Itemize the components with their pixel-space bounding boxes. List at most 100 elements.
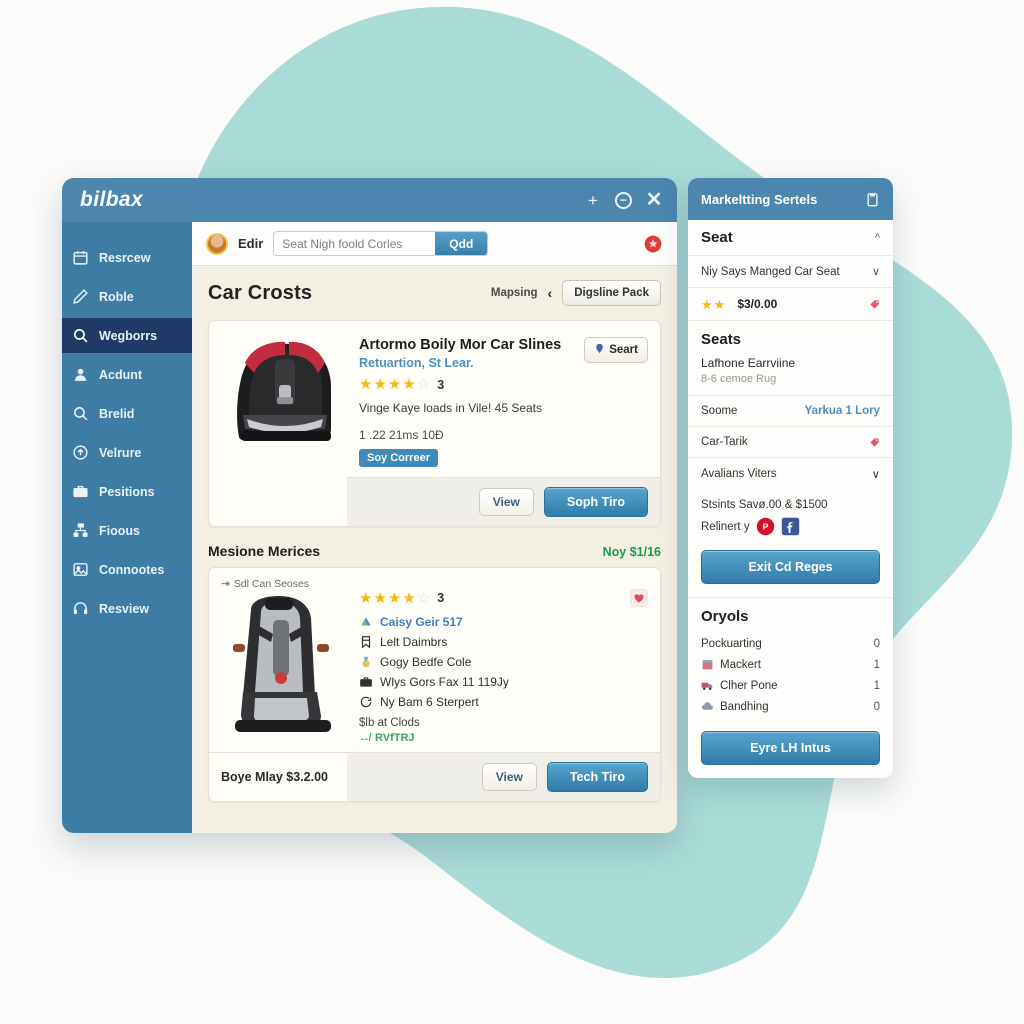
chevron-down-icon: ∨: [871, 469, 880, 481]
view-button[interactable]: View: [478, 488, 534, 517]
feature-item[interactable]: Caisy Geir 517: [359, 615, 648, 629]
stats-section: Oryols Pockuarting 0 Mackert 1 Clher Pon…: [688, 598, 893, 727]
product-card-secondary-main: ⇥ Sdl Can Seoses ★ ★ ★ ★ ☆ 3 Caisy Geir …: [209, 568, 660, 744]
tag-icon: [869, 437, 880, 448]
star-filled-icon: ★: [359, 589, 373, 607]
svg-text:P: P: [762, 522, 768, 532]
rating-stars-panel: ★ ★: [701, 298, 725, 311]
seat-section-title: Seat: [701, 229, 733, 246]
search-input[interactable]: [274, 232, 436, 255]
sidebar-item-connootes[interactable]: Connootes: [62, 552, 192, 587]
stat-row: Mackert 1: [701, 654, 880, 675]
star-filled-icon: ★: [387, 376, 402, 394]
chevron-left-icon[interactable]: ‹: [548, 285, 553, 301]
facebook-icon[interactable]: [781, 517, 800, 536]
section-header-two: Mesione Merices Noy $1/16: [208, 543, 661, 559]
content-topbar: Edir Qdd: [192, 222, 677, 266]
feature-item: Gogy Bedfe Cole: [359, 655, 648, 669]
arrow-icon: ⇥: [221, 578, 230, 591]
tag-icon: [869, 299, 880, 310]
user-icon: [72, 366, 89, 383]
window-controls: + − ✕: [584, 190, 663, 210]
product-image-secondary[interactable]: ⇥ Sdl Can Seoses: [221, 578, 349, 744]
rating-stars-secondary: ★ ★ ★ ★ ☆ 3: [359, 589, 648, 608]
star-filled-icon: ★: [387, 589, 402, 607]
search-icon: [72, 405, 89, 422]
search-submit-button[interactable]: Qdd: [435, 232, 488, 255]
product-price-secondary: Boye Mlay $3.2.00: [221, 770, 329, 785]
star-empty-icon: ☆: [416, 589, 431, 607]
content-scroll-area[interactable]: Car Crosts Mapsing ‹ Digsline Pack Artor…: [192, 266, 677, 833]
panel-kv-row-soome[interactable]: Soome Yarkua 1 Lory: [688, 395, 893, 426]
upload-icon: [72, 444, 89, 461]
product-image-primary[interactable]: [221, 333, 349, 467]
stat-label: Clher Pone: [720, 679, 778, 692]
seat-dropdown-row[interactable]: Niy Says Manged Car Seat ∨: [688, 256, 893, 288]
sidebar-navigation: Resrcew Roble Wegborrs Acdunt Brelid Vel…: [62, 222, 192, 833]
add-icon[interactable]: +: [584, 191, 602, 209]
sidebar-item-velrure[interactable]: Velrure: [62, 435, 192, 470]
sidebar-item-label: Wegborrs: [99, 328, 158, 343]
sidebar-item-wegborrs[interactable]: Wegborrs: [62, 318, 192, 353]
feature-label: Lelt Daimbrs: [380, 635, 448, 650]
sidebar-item-label: Resrcew: [99, 250, 151, 265]
star-filled-icon: ★: [402, 376, 416, 394]
product-meta: 1 .22 21ms 10Ð: [359, 428, 444, 443]
sidebar-item-resview[interactable]: Resview: [62, 591, 192, 626]
pinterest-icon[interactable]: P: [756, 517, 775, 536]
avatar[interactable]: [206, 232, 228, 255]
stat-value: 0: [873, 638, 880, 650]
content-column: Edir Qdd Car Crosts Mapsing ‹ Digsline: [192, 222, 677, 833]
section-price: Noy $1/16: [602, 545, 661, 560]
wishlist-icon[interactable]: [630, 589, 648, 608]
product-subtitle[interactable]: Retuartion, St Lear.: [359, 356, 561, 370]
main-application-window: bilbax + − ✕ Resrcew Roble Wegborrs Acdu…: [62, 178, 677, 833]
sidebar-item-label: Resview: [99, 601, 150, 616]
alert-badge-icon[interactable]: [643, 234, 663, 254]
app-brand-logo: bilbax: [80, 188, 144, 211]
sidebar-item-resrcew[interactable]: Resrcew: [62, 240, 192, 275]
digsline-pack-button[interactable]: Digsline Pack: [562, 280, 661, 306]
panel-social-row: Relinert y P: [688, 515, 893, 546]
panel-filters-row[interactable]: Avalians Viters ∨: [688, 457, 893, 490]
sidebar-item-fioous[interactable]: Fioous: [62, 513, 192, 548]
sidebar-item-brelid[interactable]: Brelid: [62, 396, 192, 431]
arrow-icon: ↮: [359, 732, 370, 745]
breadcrumb[interactable]: Mapsing: [491, 287, 538, 299]
product-card-secondary: ⇥ Sdl Can Seoses ★ ★ ★ ★ ☆ 3 Caisy Geir …: [208, 567, 661, 803]
sidebar-item-label: Roble: [99, 289, 134, 304]
truck-icon: [701, 679, 714, 692]
minimize-icon[interactable]: −: [615, 191, 632, 209]
eyre-lh-intus-button[interactable]: Eyre LH Intus: [701, 731, 880, 765]
secondary-green-note: ↮ RVfTRJ: [359, 732, 648, 744]
thumb-label: Sdl Can Seoses: [233, 578, 310, 591]
sidebar-item-acdunt[interactable]: Acdunt: [62, 357, 192, 392]
share-button[interactable]: Seart: [584, 337, 648, 363]
panel-kv-row-car-tarik[interactable]: Car-Tarik: [688, 426, 893, 457]
feature-item: Wlys Gors Fax 11 119Jy: [359, 675, 648, 689]
exit-cd-reges-button[interactable]: Exit Cd Reges: [701, 550, 880, 584]
primary-action-button[interactable]: Tech Tiro: [546, 762, 648, 793]
seats-section-title: Seats: [701, 331, 742, 348]
sidebar-item-label: Pesitions: [99, 484, 155, 499]
package-icon: [701, 658, 714, 671]
feature-label: Caisy Geir 517: [380, 615, 463, 630]
close-icon[interactable]: ✕: [645, 190, 663, 210]
side-panel-header: Markeltting Sertels: [688, 178, 893, 220]
seat-section-header[interactable]: Seat ^: [688, 220, 893, 256]
product-card-secondary-footer: Boye Mlay $3.2.00 View Tech Tiro: [209, 752, 660, 802]
clipboard-icon[interactable]: [865, 192, 880, 207]
sidebar-item-pesitions[interactable]: Pesitions: [62, 474, 192, 509]
briefcase-icon: [359, 675, 373, 689]
primary-action-button[interactable]: Soph Tiro: [543, 487, 648, 518]
rating-count: 3: [437, 377, 445, 392]
sidebar-item-roble[interactable]: Roble: [62, 279, 192, 314]
product-title-row: Artormo Boily Mor Car Slines Retuartion,…: [359, 337, 648, 370]
bookmark-icon: [359, 635, 373, 649]
star-filled-icon: ★: [373, 376, 387, 394]
view-button[interactable]: View: [481, 763, 537, 792]
kv-label: Car-Tarik: [701, 436, 748, 448]
image-icon: [72, 561, 89, 578]
medal-icon: [359, 655, 373, 669]
stat-label: Bandhing: [720, 700, 769, 713]
